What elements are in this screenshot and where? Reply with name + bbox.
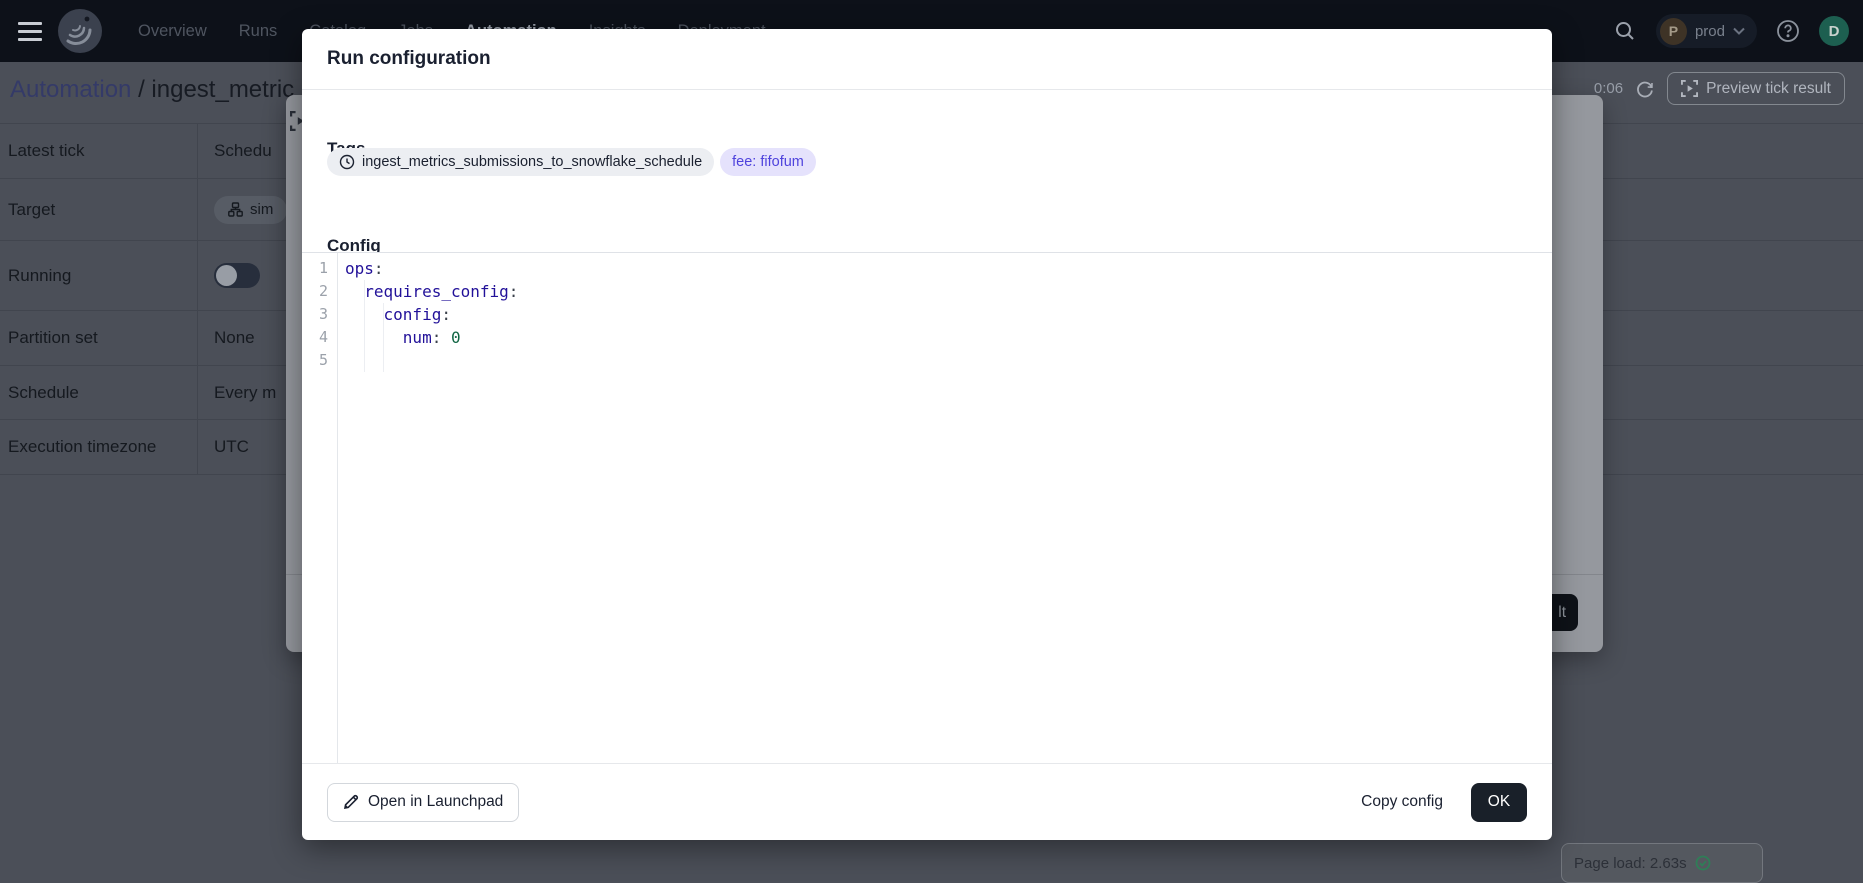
preview-tick-result-label: Preview tick result — [1706, 80, 1831, 98]
meta-label: Execution timezone — [0, 420, 198, 474]
pencil-icon — [343, 794, 359, 810]
meta-value: None — [198, 328, 255, 348]
tags-list: ingest_metrics_submissions_to_snowflake_… — [327, 148, 816, 176]
meta-label: Schedule — [0, 366, 198, 419]
env-name: prod — [1695, 23, 1725, 40]
code-line: requires_config: — [345, 280, 1552, 303]
chevron-down-icon — [1733, 27, 1745, 35]
job-icon — [228, 202, 243, 217]
toggle-knob — [216, 265, 237, 286]
preview-tick-result-button[interactable]: Preview tick result — [1667, 72, 1845, 105]
running-toggle[interactable] — [214, 263, 260, 288]
tag-schedule: ingest_metrics_submissions_to_snowflake_… — [327, 148, 714, 176]
dialog-footer: Open in Launchpad Copy config OK — [302, 763, 1552, 840]
search-icon[interactable] — [1608, 14, 1642, 48]
breadcrumb: Automation / ingest_metric — [10, 76, 294, 104]
dagster-logo[interactable] — [56, 7, 104, 55]
run-configuration-dialog: Run configuration Tags ingest_metrics_su… — [302, 29, 1552, 840]
target-job-link[interactable]: sim — [214, 196, 287, 224]
tick-countdown: 0:06 — [1594, 80, 1623, 97]
meta-value: UTC — [198, 437, 249, 457]
open-in-launchpad-button[interactable]: Open in Launchpad — [327, 783, 519, 822]
dialog-title: Run configuration — [302, 29, 1552, 90]
code-line: ops: — [345, 257, 1552, 280]
meta-value: sim — [198, 196, 287, 224]
speed-ok-icon — [1695, 855, 1711, 871]
nav-item-overview[interactable]: Overview — [138, 22, 207, 41]
breadcrumb-automation-link[interactable]: Automation — [10, 76, 131, 103]
tick-controls: 0:06 Preview tick result — [1594, 72, 1845, 105]
meta-label: Target — [0, 179, 198, 240]
meta-value: Every m — [198, 383, 276, 403]
hamburger-icon[interactable] — [18, 19, 48, 43]
open-in-launchpad-label: Open in Launchpad — [368, 793, 503, 811]
meta-label: Partition set — [0, 311, 198, 365]
code-line: config: — [345, 303, 1552, 326]
line-numbers: 12345 — [302, 253, 338, 763]
breadcrumb-separator: / — [131, 76, 151, 103]
clock-icon — [339, 154, 355, 170]
meta-label: Latest tick — [0, 124, 198, 178]
config-code: ops: requires_config: config: num: 0 — [345, 257, 1552, 372]
nav-item-runs[interactable]: Runs — [239, 22, 278, 41]
ok-button[interactable]: OK — [1471, 783, 1527, 822]
tag-user: fee: fifofum — [720, 148, 816, 176]
preview-icon — [1681, 80, 1698, 97]
help-icon[interactable] — [1771, 14, 1805, 48]
meta-value — [198, 263, 260, 288]
copy-config-button[interactable]: Copy config — [1361, 793, 1443, 811]
code-line: num: 0 — [345, 326, 1552, 349]
environment-switcher[interactable]: P prod — [1656, 14, 1757, 48]
code-line — [345, 349, 1552, 372]
page-title: ingest_metric — [151, 76, 294, 103]
refresh-icon[interactable] — [1635, 79, 1655, 99]
page-load-indicator: Page load: 2.63s — [1561, 843, 1763, 883]
page-load-text: Page load: 2.63s — [1574, 855, 1687, 872]
user-avatar[interactable]: D — [1819, 16, 1849, 46]
config-editor[interactable]: 12345 ops: requires_config: config: num:… — [302, 252, 1552, 763]
meta-value: Schedu — [198, 141, 272, 161]
meta-label: Running — [0, 241, 198, 310]
env-avatar: P — [1660, 18, 1687, 45]
